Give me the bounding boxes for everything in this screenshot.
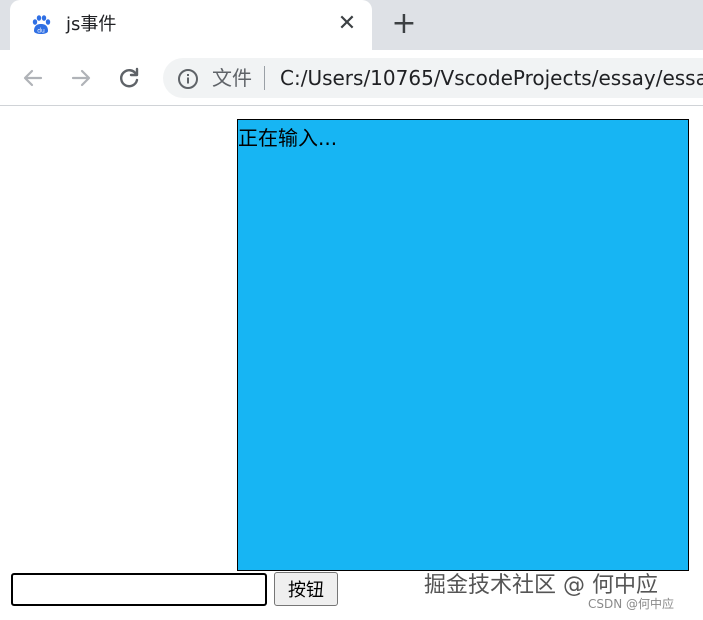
tab-title: js事件 [66, 14, 117, 35]
origin-label: 文件 [212, 66, 252, 90]
status-box: 正在输入... [237, 119, 689, 571]
separator [264, 66, 265, 90]
status-text: 正在输入... [238, 126, 338, 150]
browser-toolbar: 文件 C:/Users/10765/VscodeProjects/essay/e… [0, 50, 703, 106]
browser-tab[interactable]: du js事件 ✕ [10, 0, 372, 50]
new-tab-button[interactable]: + [390, 9, 418, 39]
back-arrow-icon[interactable] [19, 64, 47, 92]
text-input[interactable] [11, 573, 267, 606]
watermark-sub: CSDN @何中应 [588, 597, 675, 611]
action-button[interactable]: 按钮 [274, 572, 338, 606]
address-bar[interactable]: 文件 C:/Users/10765/VscodeProjects/essay/e… [163, 58, 703, 98]
info-icon[interactable] [177, 68, 199, 90]
reload-icon[interactable] [115, 64, 143, 92]
baidu-paw-icon: du [32, 15, 51, 35]
forward-arrow-icon[interactable] [67, 64, 95, 92]
url-text[interactable]: C:/Users/10765/VscodeProjects/essay/essa… [280, 66, 703, 90]
tab-strip: du js事件 ✕ + [0, 0, 703, 50]
close-tab-icon[interactable]: ✕ [335, 12, 359, 36]
svg-text:du: du [37, 28, 45, 35]
